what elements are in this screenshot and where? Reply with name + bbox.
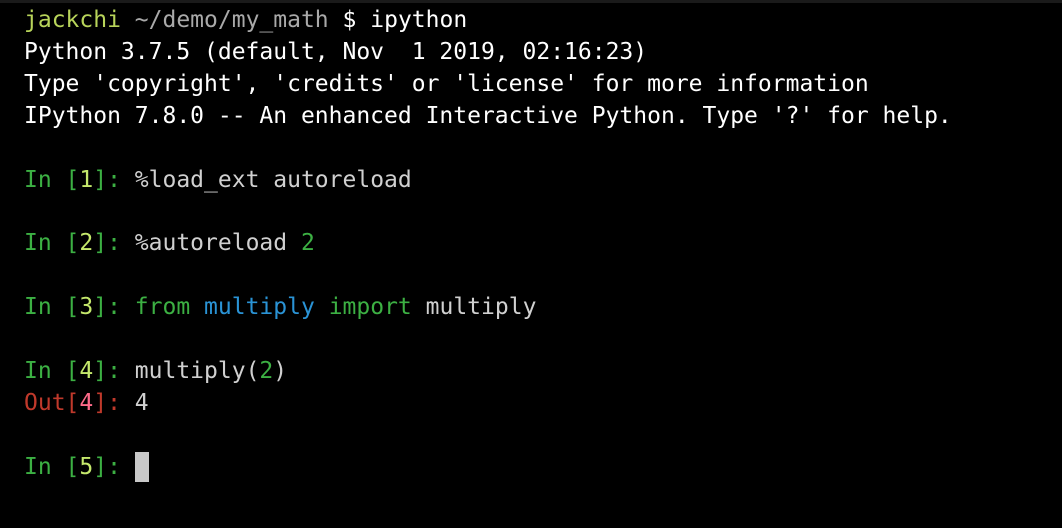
in-prompt-close: ]: (93, 167, 135, 193)
input-cell-5[interactable]: In [5]: (24, 451, 149, 483)
shell-prompt-line: jackchi ~/demo/my_math $ ipython (24, 4, 467, 36)
shell-symbol: $ (342, 7, 357, 33)
in-prompt-label: In [ (24, 358, 80, 384)
cell-code-end: ) (273, 358, 288, 384)
in-prompt-close: ]: (93, 294, 135, 320)
input-cell-4: In [4]: multiply(2) (24, 355, 287, 387)
in-prompt-close: ]: (93, 454, 135, 480)
input-cell-2: In [2]: %autoreload 2 (24, 227, 315, 259)
keyword-import: import (328, 294, 412, 320)
banner-python-version: Python 3.7.5 (default, Nov 1 2019, 02:16… (24, 39, 648, 65)
shell-path: ~/demo/my_math (134, 7, 329, 33)
cell-arg: 2 (300, 230, 315, 256)
banner-copyright-info: Type 'copyright', 'credits' or 'license'… (24, 71, 869, 97)
out-prompt-number: 4 (79, 390, 94, 416)
out-prompt-label: Out[ (24, 390, 80, 416)
in-prompt-number: 4 (79, 358, 94, 384)
shell-command: ipython (370, 7, 468, 33)
window-top-edge (0, 0, 1062, 3)
terminal-window[interactable]: jackchi ~/demo/my_math $ ipython Python … (0, 0, 1062, 528)
module-name: multiply (204, 294, 315, 320)
output-cell-4: Out[4]: 4 (24, 387, 149, 419)
in-prompt-label: In [ (24, 294, 80, 320)
in-prompt-close: ]: (93, 230, 135, 256)
in-prompt-number: 5 (79, 454, 94, 480)
out-prompt-close: ]: (93, 390, 135, 416)
imported-name: multiply (425, 294, 537, 320)
keyword-from: from (134, 294, 191, 320)
in-prompt-label: In [ (24, 454, 80, 480)
shell-user: jackchi (24, 7, 121, 33)
in-prompt-label: In [ (24, 230, 80, 256)
cell-code: %load_ext autoreload (134, 167, 412, 193)
in-prompt-number: 2 (79, 230, 94, 256)
out-value: 4 (134, 390, 149, 416)
text-cursor[interactable] (134, 452, 149, 482)
input-cell-3: In [3]: from multiply import multiply (24, 291, 536, 323)
cell-code: %autoreload (134, 230, 301, 256)
input-cell-1: In [1]: %load_ext autoreload (24, 164, 412, 196)
in-prompt-number: 1 (79, 167, 94, 193)
in-prompt-close: ]: (93, 358, 135, 384)
cell-arg: 2 (259, 358, 274, 384)
banner-ipython-version: IPython 7.8.0 -- An enhanced Interactive… (24, 103, 952, 129)
in-prompt-number: 3 (79, 294, 94, 320)
cell-code: multiply( (134, 358, 260, 384)
in-prompt-label: In [ (24, 167, 80, 193)
